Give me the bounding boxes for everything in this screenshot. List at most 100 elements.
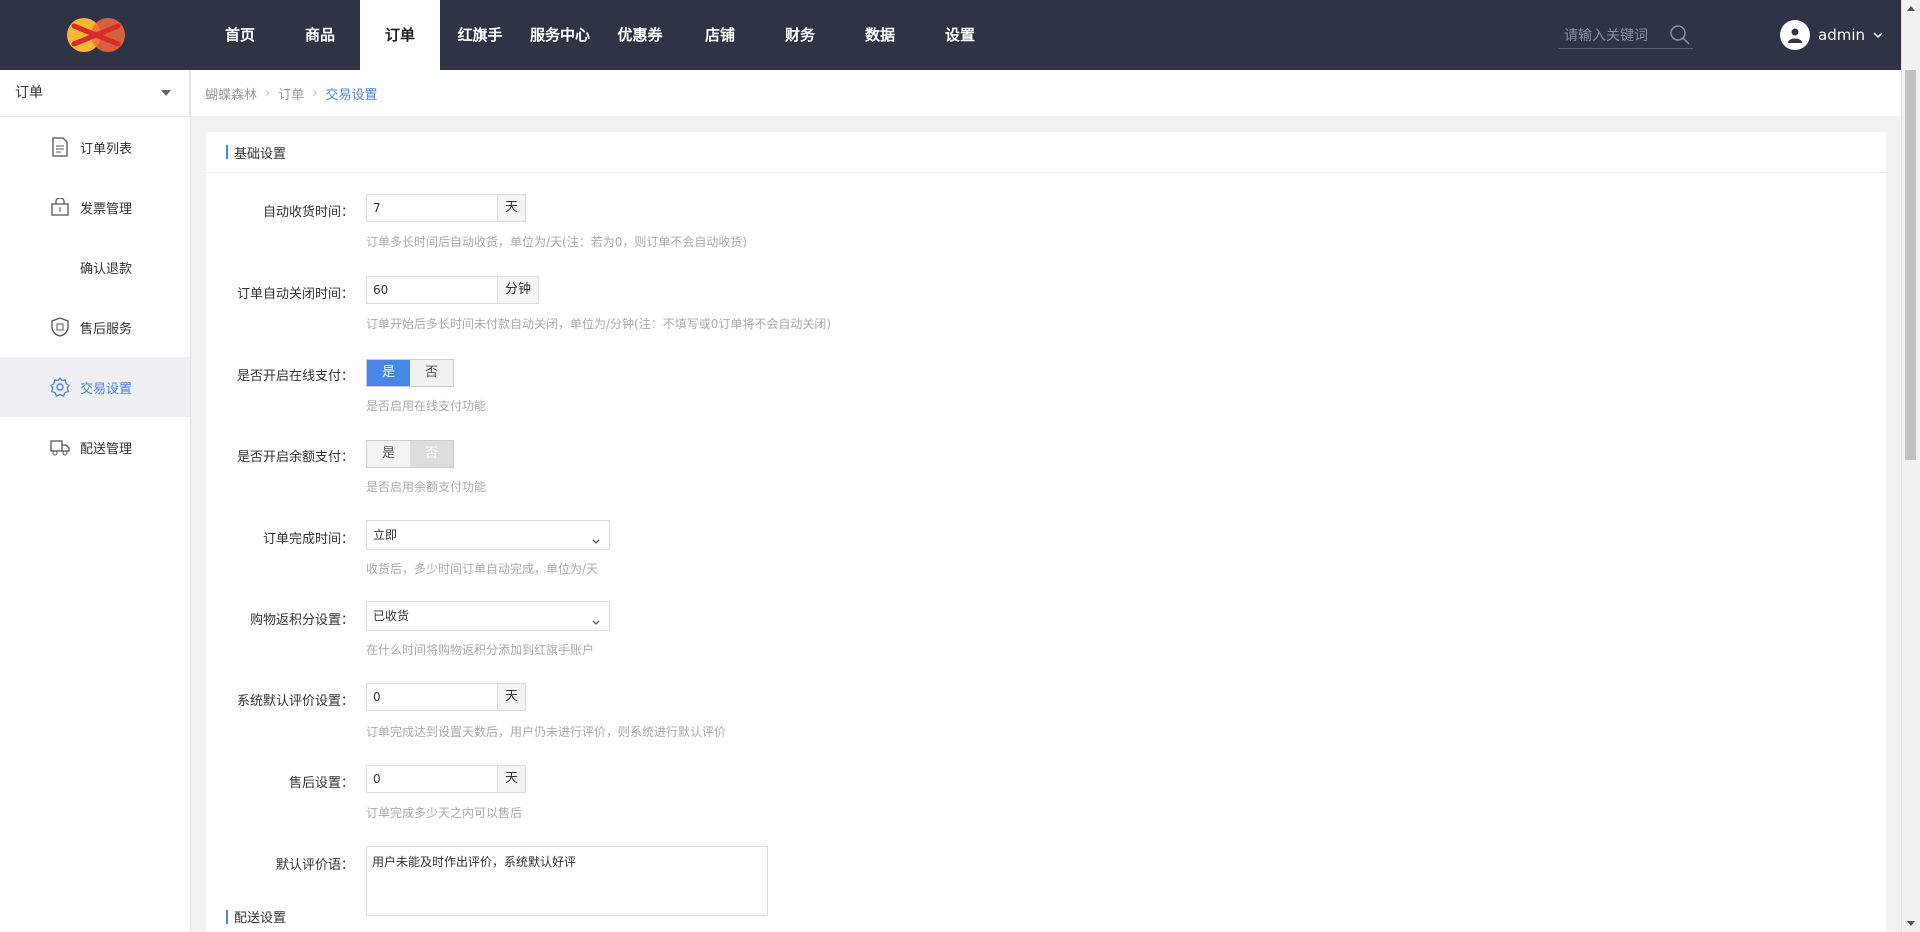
complete-time-select[interactable]: 立即 xyxy=(366,520,610,550)
nav-coupons[interactable]: 优惠券 xyxy=(600,0,680,70)
auto-close-hint: 订单开始后多长时间未付款自动关闭，单位为/分钟(注：不填写或0订单将不会自动关闭… xyxy=(366,317,832,331)
sidebar-item-delivery[interactable]: 配送管理 xyxy=(0,417,190,477)
section-delivery-settings: 配送设置 xyxy=(206,907,286,926)
complete-time-value: 立即 xyxy=(373,528,398,542)
scroll-up-arrow-icon[interactable] xyxy=(1907,6,1915,11)
auto-close-input[interactable]: 60 xyxy=(366,276,498,304)
sidebar-item-label: 配送管理 xyxy=(80,441,133,457)
default-review-input[interactable]: 0 xyxy=(366,683,498,711)
breadcrumb-separator: › xyxy=(312,85,318,101)
nav-home[interactable]: 首页 xyxy=(200,0,280,70)
sidebar-item-confirm-refund[interactable]: 确认退款 xyxy=(0,237,190,297)
after-sale-hint: 订单完成多少天之内可以售后 xyxy=(366,806,523,820)
settings-panel: 基础设置 自动收货时间： 7 天 订单多长时间后自动收货，单位为/天(注：若为0… xyxy=(206,132,1886,932)
nav-goods[interactable]: 商品 xyxy=(280,0,360,70)
document-icon xyxy=(50,137,70,157)
auto-receive-label: 自动收货时间： xyxy=(262,205,354,220)
sidebar-item-after-sale[interactable]: 售后服务 xyxy=(0,297,190,357)
after-sale-unit: 天 xyxy=(498,765,527,793)
breadcrumb-orders[interactable]: 订单 xyxy=(278,84,304,103)
balance-pay-toggle: 是 否 xyxy=(366,440,454,468)
chevron-down-icon[interactable] xyxy=(1873,28,1883,43)
auto-receive-field: 7 天 xyxy=(366,194,527,222)
chevron-down-icon xyxy=(591,610,601,625)
sidebar-select-label: 订单 xyxy=(15,85,43,101)
breadcrumb: 蝴蝶森林 › 订单 › 交易设置 xyxy=(191,70,1916,116)
avatar[interactable] xyxy=(1780,20,1810,50)
default-review-label: 系统默认评价设置： xyxy=(236,694,354,709)
nav-stores[interactable]: 店铺 xyxy=(680,0,760,70)
online-pay-toggle: 是 否 xyxy=(366,359,454,387)
points-return-hint: 在什么时间将购物返积分添加到红旗手账户 xyxy=(366,643,595,657)
auto-receive-input[interactable]: 7 xyxy=(366,194,498,222)
balance-pay-label: 是否开启余额支付： xyxy=(236,450,354,465)
default-review-field: 0 天 xyxy=(366,683,527,711)
sidebar-item-label: 确认退款 xyxy=(80,261,133,277)
user-menu[interactable]: admin xyxy=(1780,20,1883,50)
username[interactable]: admin xyxy=(1818,26,1865,44)
brand-logo[interactable] xyxy=(62,12,130,58)
section-title: 配送设置 xyxy=(234,911,287,926)
caret-down-icon xyxy=(161,90,171,96)
default-review-hint: 订单完成达到设置天数后，用户仍未进行评价，则系统进行默认评价 xyxy=(366,725,727,739)
page-scrollbar[interactable] xyxy=(1901,0,1920,932)
sidebar-item-invoice[interactable]: 发票管理 xyxy=(0,177,190,237)
delivery-icon xyxy=(50,437,70,457)
scroll-down-arrow-icon[interactable] xyxy=(1907,921,1915,926)
online-pay-hint: 是否启用在线支付功能 xyxy=(366,399,487,413)
online-pay-yes-button[interactable]: 是 xyxy=(367,360,410,386)
section-accent-bar xyxy=(226,145,228,159)
gear-icon xyxy=(50,377,70,397)
complete-time-label: 订单完成时间： xyxy=(262,532,354,547)
search-input[interactable]: 请输入关键词 xyxy=(1564,25,1648,45)
breadcrumb-current: 交易设置 xyxy=(325,87,378,103)
breadcrumb-separator: › xyxy=(265,85,271,101)
scroll-thumb[interactable] xyxy=(1905,70,1916,460)
review-text-textarea[interactable]: 用户未能及时作出评价，系统默认好评 xyxy=(366,846,768,916)
default-review-unit: 天 xyxy=(498,683,527,711)
nav-orders[interactable]: 订单 xyxy=(360,0,440,70)
sidebar-item-label: 交易设置 xyxy=(80,381,133,397)
after-sale-label: 售后设置： xyxy=(288,776,354,791)
section-title: 基础设置 xyxy=(234,146,287,162)
review-text-label: 默认评价语： xyxy=(275,858,354,873)
nav-data[interactable]: 数据 xyxy=(840,0,920,70)
auto-receive-unit: 天 xyxy=(498,194,527,222)
search-box[interactable]: 请输入关键词 xyxy=(1558,20,1693,49)
sidebar-item-order-list[interactable]: 订单列表 xyxy=(0,117,190,177)
section-accent-bar xyxy=(226,909,228,924)
sidebar-item-label: 售后服务 xyxy=(80,321,133,337)
sidebar-item-label: 发票管理 xyxy=(80,201,133,217)
invoice-icon xyxy=(50,197,70,217)
balance-pay-no-button[interactable]: 否 xyxy=(410,441,453,467)
complete-time-hint: 收货后，多少时间订单自动完成，单位为/天 xyxy=(366,562,599,576)
sidebar-module-select[interactable]: 订单 xyxy=(0,70,190,117)
main-nav: 首页 商品 订单 红旗手 服务中心 优惠券 店铺 财务 数据 设置 xyxy=(200,0,1000,70)
points-return-select[interactable]: 已收货 xyxy=(366,601,610,631)
section-basic-settings: 基础设置 xyxy=(206,132,1886,173)
balance-pay-yes-button[interactable]: 是 xyxy=(367,441,410,467)
auto-close-field: 60 分钟 xyxy=(366,276,540,304)
chevron-down-icon xyxy=(591,529,601,544)
after-sale-field: 0 天 xyxy=(366,765,527,793)
nav-service-center[interactable]: 服务中心 xyxy=(520,0,600,70)
sidebar-item-trade-settings[interactable]: 交易设置 xyxy=(0,357,190,417)
online-pay-label: 是否开启在线支付： xyxy=(236,369,354,384)
sidebar: 订单 订单列表 发票管理 确认退款 售后服务 交易设置 配送管理 xyxy=(0,70,191,932)
balance-pay-hint: 是否启用余额支付功能 xyxy=(366,480,487,494)
breadcrumb-root[interactable]: 蝴蝶森林 xyxy=(205,84,257,103)
online-pay-no-button[interactable]: 否 xyxy=(410,360,453,386)
auto-close-label: 订单自动关闭时间： xyxy=(236,287,354,302)
auto-close-unit: 分钟 xyxy=(498,276,540,304)
after-sale-input[interactable]: 0 xyxy=(366,765,498,793)
search-icon[interactable] xyxy=(1669,24,1691,46)
sidebar-item-label: 订单列表 xyxy=(80,141,133,157)
points-return-value: 已收货 xyxy=(373,609,410,623)
nav-settings[interactable]: 设置 xyxy=(920,0,1000,70)
top-navbar: 首页 商品 订单 红旗手 服务中心 优惠券 店铺 财务 数据 设置 请输入关键词… xyxy=(0,0,1902,70)
auto-receive-hint: 订单多长时间后自动收货，单位为/天(注：若为0，则订单不会自动收货) xyxy=(366,235,748,249)
nav-finance[interactable]: 财务 xyxy=(760,0,840,70)
points-return-label: 购物返积分设置： xyxy=(249,613,354,628)
nav-flagbearer[interactable]: 红旗手 xyxy=(440,0,520,70)
shield-icon xyxy=(50,317,70,337)
